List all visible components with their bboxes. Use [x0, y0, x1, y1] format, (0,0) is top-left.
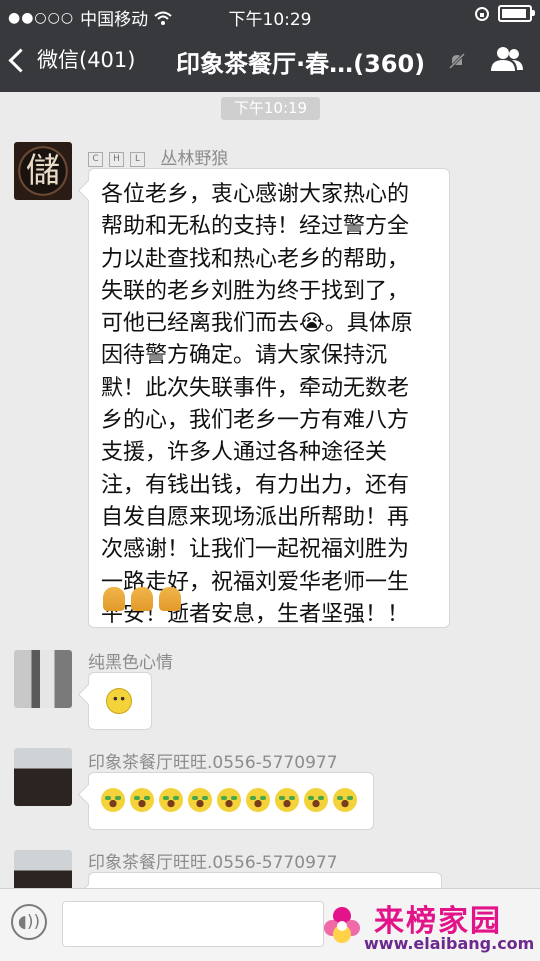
crying-emoji-icon: [188, 788, 212, 812]
crying-emoji-icon: [217, 788, 241, 812]
chat-header: 微信(401) 印象茶餐厅·春…(360): [0, 30, 540, 92]
avatar[interactable]: [14, 748, 72, 806]
emoji-row: [103, 587, 181, 611]
crying-emoji-icon: [246, 788, 270, 812]
avatar[interactable]: [14, 650, 72, 708]
sender-name: 印象茶餐厅旺旺.0556-5770977: [88, 753, 338, 773]
pray-emoji-icon: [131, 587, 153, 611]
message-bubble[interactable]: 各位老乡，衷心感谢大家热心的 帮助和无私的支持！经过警方全 力以赴查找和热心老乡…: [88, 168, 450, 628]
status-bar: ●●○○○ 中国移动 下午10:29: [0, 0, 540, 30]
sender-name-text: 丛林野狼: [160, 149, 229, 169]
embarrassed-emoji-icon: [106, 688, 132, 714]
flower-logo-icon: [324, 907, 360, 943]
message-input[interactable]: [62, 901, 324, 947]
rotation-lock-icon: [475, 6, 489, 21]
voice-icon[interactable]: ◖)): [11, 904, 47, 940]
crying-emoji-icon: [130, 788, 154, 812]
crying-emoji-icon: [275, 788, 299, 812]
battery-icon: [498, 5, 535, 22]
crying-emoji-icon: [333, 788, 357, 812]
mute-icon: [448, 52, 466, 70]
time-divider: 下午10:19: [221, 97, 320, 120]
avatar[interactable]: 儲: [14, 142, 72, 200]
tag-c: C: [88, 151, 103, 167]
pray-emoji-icon: [159, 587, 181, 611]
back-chevron-icon: [8, 47, 33, 73]
sender-name: 纯黑色心情: [88, 653, 173, 673]
group-members-icon[interactable]: [490, 46, 524, 72]
crying-emoji-icon: [159, 788, 183, 812]
message-text: 各位老乡，衷心感谢大家热心的 帮助和无私的支持！经过警方全 力以赴查找和热心老乡…: [101, 182, 413, 627]
sender-name: C H L 丛林野狼: [88, 144, 228, 169]
back-label: 微信(401): [37, 48, 136, 72]
sender-name: 印象茶餐厅旺旺.0556-5770977: [88, 853, 338, 873]
watermark-url: www.elaibang.com: [364, 934, 535, 953]
tag-h: H: [109, 151, 124, 167]
pray-emoji-icon: [103, 587, 125, 611]
tag-l: L: [130, 151, 145, 167]
message-bubble[interactable]: [88, 772, 374, 830]
member-tags: C H L: [88, 151, 145, 167]
back-button[interactable]: 微信(401): [8, 44, 136, 74]
avatar-text: 儲: [26, 151, 60, 191]
chat-title: 印象茶餐厅·春…(360): [176, 50, 426, 78]
crying-emoji-icon: [101, 788, 125, 812]
status-time: 下午10:29: [228, 10, 312, 30]
crying-emoji-icon: [304, 788, 328, 812]
watermark-logo: 来榜家园 www.elaibang.com: [318, 896, 535, 956]
message-bubble[interactable]: [88, 672, 152, 730]
